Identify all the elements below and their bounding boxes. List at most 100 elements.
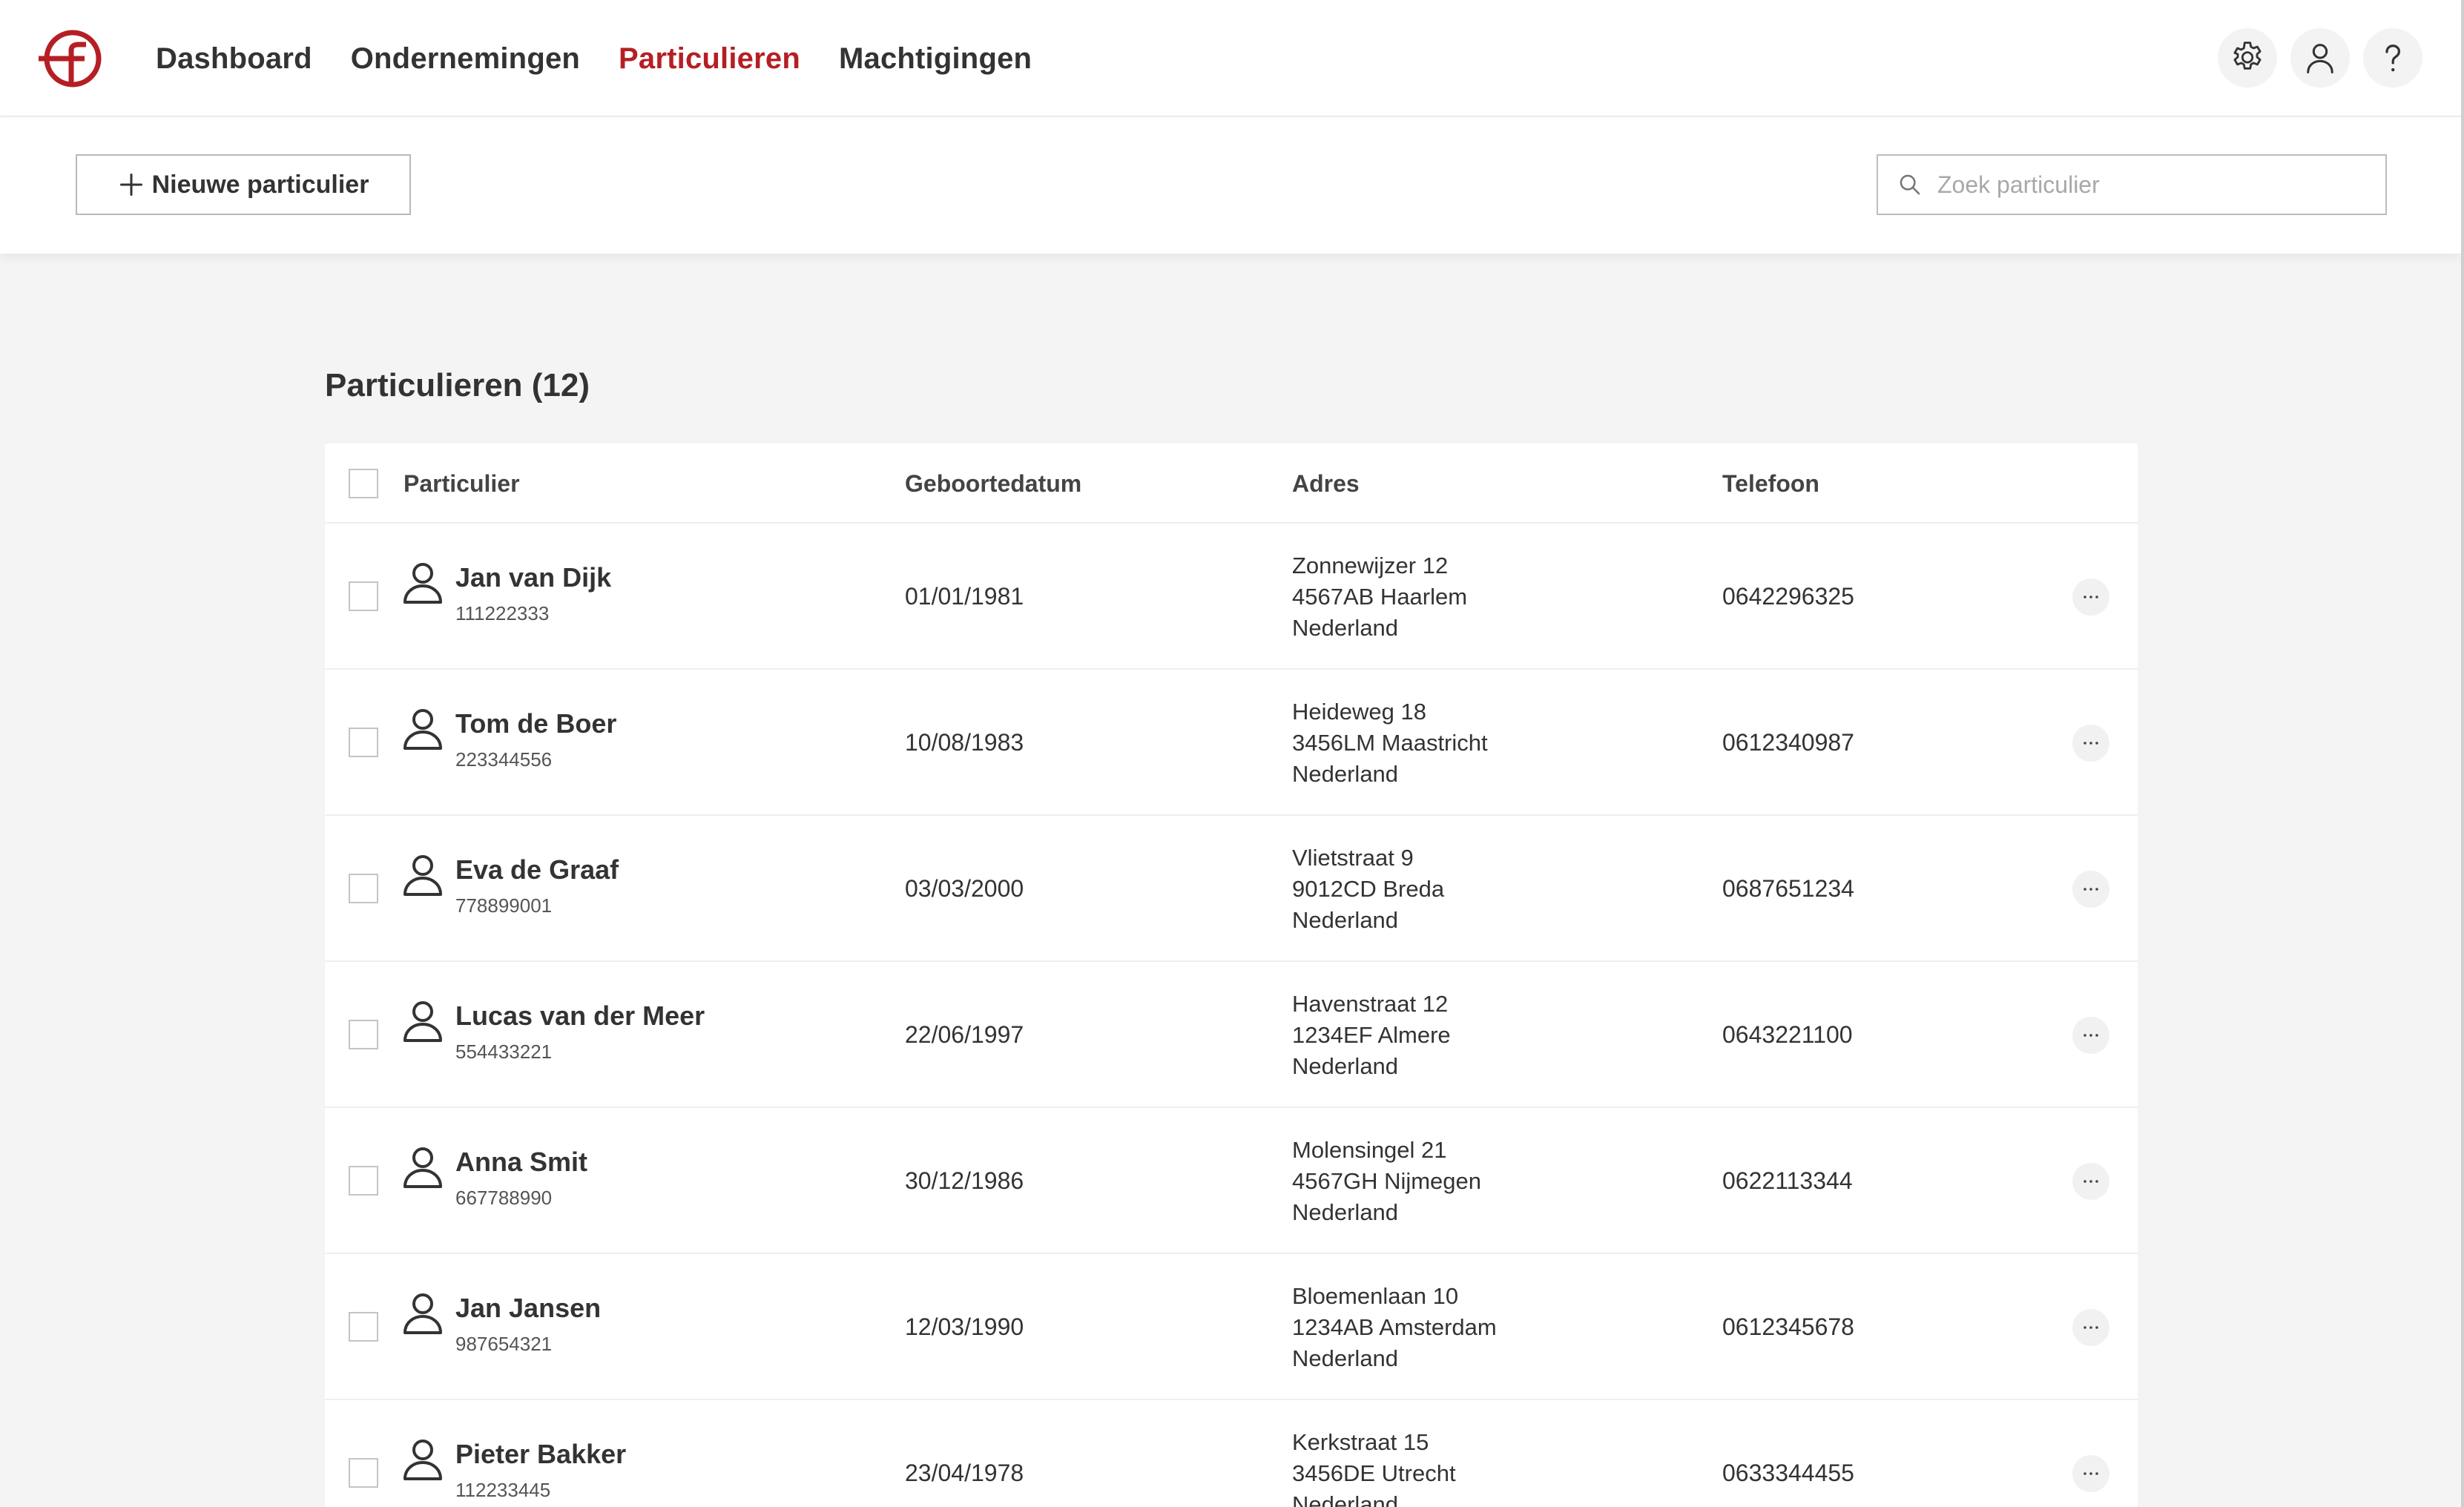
- person-icon: [403, 1001, 442, 1042]
- particulier-name[interactable]: Tom de Boer: [455, 708, 616, 739]
- column-header-telefoon[interactable]: Telefoon: [1722, 443, 1819, 524]
- more-horizontal-icon: [2083, 742, 2098, 745]
- particulier-name[interactable]: Lucas van der Meer: [455, 1000, 705, 1032]
- row-checkbox[interactable]: [349, 1458, 378, 1488]
- row-checkbox[interactable]: [349, 581, 378, 611]
- particulier-bsn: 667788990: [455, 1187, 553, 1209]
- particulieren-table: Particulier Geboortedatum Adres Telefoon…: [325, 443, 2138, 1507]
- particulier-phone: 0622113344: [1722, 1167, 1853, 1194]
- plus-icon: [119, 174, 142, 196]
- table-row[interactable]: Jan Jansen 987654321 12/03/1990 Bloemenl…: [325, 1254, 2138, 1400]
- address-postal-city: 1234AB Amsterdam: [1292, 1314, 1497, 1340]
- particulier-name[interactable]: Pieter Bakker: [455, 1439, 626, 1470]
- nav-item-dashboard[interactable]: Dashboard: [156, 42, 312, 76]
- address-postal-city: 3456LM Maastricht: [1292, 730, 1488, 756]
- address-street: Bloemenlaan 10: [1292, 1283, 1459, 1309]
- row-actions-button[interactable]: [2072, 871, 2109, 908]
- more-horizontal-icon: [2083, 1472, 2098, 1475]
- particulier-address: Kerkstraat 15 3456DE Utrecht Nederland: [1292, 1427, 1456, 1507]
- main-content: Particulieren (12) Particulier Geboorted…: [325, 356, 2138, 1507]
- gear-icon: [2233, 42, 2262, 70]
- particulier-name[interactable]: Jan Jansen: [455, 1293, 601, 1324]
- particulier-address: Havenstraat 12 1234EF Almere Nederland: [1292, 989, 1451, 1082]
- address-country: Nederland: [1292, 1199, 1399, 1225]
- app-page: Dashboard Ondernemingen Particulieren Ma…: [0, 0, 2464, 1507]
- column-header-adres[interactable]: Adres: [1292, 443, 1360, 524]
- particulier-birthdate: 01/01/1981: [905, 583, 1024, 610]
- particulier-address: Heideweg 18 3456LM Maastricht Nederland: [1292, 696, 1488, 790]
- brand-logo-icon[interactable]: [37, 27, 105, 90]
- row-checkbox[interactable]: [349, 1312, 378, 1342]
- row-checkbox[interactable]: [349, 728, 378, 757]
- table-row[interactable]: Lucas van der Meer 554433221 22/06/1997 …: [325, 962, 2138, 1108]
- person-icon: [403, 855, 442, 896]
- particulier-phone: 0643221100: [1722, 1021, 1853, 1048]
- nav-item-machtigingen[interactable]: Machtigingen: [839, 42, 1032, 76]
- particulier-name[interactable]: Anna Smit: [455, 1147, 587, 1178]
- table-row[interactable]: Jan van Dijk 111222333 01/01/1981 Zonnew…: [325, 524, 2138, 670]
- new-particulier-button[interactable]: Nieuwe particulier: [76, 154, 411, 215]
- row-actions-button[interactable]: [2072, 725, 2109, 762]
- row-actions-button[interactable]: [2072, 578, 2109, 616]
- address-country: Nederland: [1292, 761, 1399, 787]
- table-row[interactable]: Anna Smit 667788990 30/12/1986 Molensing…: [325, 1108, 2138, 1254]
- table-body: Jan van Dijk 111222333 01/01/1981 Zonnew…: [325, 524, 2138, 1507]
- column-header-particulier[interactable]: Particulier: [403, 443, 520, 524]
- person-icon: [403, 1293, 442, 1334]
- search-input[interactable]: [1937, 159, 2382, 211]
- table-row[interactable]: Eva de Graaf 778899001 03/03/2000 Vliets…: [325, 816, 2138, 962]
- address-street: Vlietstraat 9: [1292, 845, 1414, 871]
- address-street: Molensingel 21: [1292, 1137, 1447, 1163]
- particulier-birthdate: 23/04/1978: [905, 1460, 1024, 1486]
- more-horizontal-icon: [2083, 1034, 2098, 1037]
- page-title: Particulieren (12): [325, 367, 590, 403]
- particulier-bsn: 223344556: [455, 748, 553, 771]
- table-row[interactable]: Pieter Bakker 112233445 23/04/1978 Kerks…: [325, 1400, 2138, 1507]
- particulier-phone: 0633344455: [1722, 1460, 1854, 1486]
- new-particulier-label: Nieuwe particulier: [151, 170, 369, 199]
- particulier-address: Vlietstraat 9 9012CD Breda Nederland: [1292, 842, 1444, 936]
- address-street: Kerkstraat 15: [1292, 1429, 1429, 1455]
- particulier-bsn: 112233445: [455, 1479, 551, 1501]
- row-actions-button[interactable]: [2072, 1455, 2109, 1492]
- more-horizontal-icon: [2083, 888, 2098, 891]
- top-navigation: Dashboard Ondernemingen Particulieren Ma…: [0, 0, 2461, 117]
- person-icon: [403, 709, 442, 750]
- row-checkbox[interactable]: [349, 1020, 378, 1049]
- nav-item-particulieren[interactable]: Particulieren: [619, 42, 800, 76]
- address-postal-city: 3456DE Utrecht: [1292, 1460, 1456, 1486]
- search-icon: [1900, 174, 1920, 195]
- table-row[interactable]: Tom de Boer 223344556 10/08/1983 Heidewe…: [325, 670, 2138, 816]
- particulier-address: Molensingel 21 4567GH Nijmegen Nederland: [1292, 1135, 1481, 1228]
- page-scrollbar[interactable]: [2461, 0, 2464, 1507]
- search-box: [1877, 154, 2387, 215]
- more-horizontal-icon: [2083, 1180, 2098, 1183]
- particulier-address: Zonnewijzer 12 4567AB Haarlem Nederland: [1292, 550, 1467, 644]
- address-postal-city: 1234EF Almere: [1292, 1022, 1451, 1048]
- particulier-address: Bloemenlaan 10 1234AB Amsterdam Nederlan…: [1292, 1281, 1497, 1374]
- column-header-geboortedatum[interactable]: Geboortedatum: [905, 443, 1081, 524]
- row-checkbox[interactable]: [349, 874, 378, 903]
- table-header: Particulier Geboortedatum Adres Telefoon: [325, 443, 2138, 524]
- row-actions-button[interactable]: [2072, 1017, 2109, 1054]
- help-button[interactable]: [2363, 28, 2422, 88]
- particulier-name[interactable]: Eva de Graaf: [455, 854, 619, 886]
- header-actions: [2218, 28, 2422, 88]
- address-street: Heideweg 18: [1292, 699, 1426, 725]
- particulier-bsn: 987654321: [455, 1333, 553, 1355]
- nav-item-ondernemingen[interactable]: Ondernemingen: [351, 42, 580, 76]
- more-horizontal-icon: [2083, 596, 2098, 598]
- profile-button[interactable]: [2290, 28, 2350, 88]
- help-icon: [2385, 44, 2401, 72]
- settings-button[interactable]: [2218, 28, 2277, 88]
- particulier-bsn: 778899001: [455, 894, 553, 917]
- select-all-checkbox[interactable]: [349, 469, 378, 498]
- address-country: Nederland: [1292, 1053, 1399, 1079]
- user-icon: [2307, 44, 2333, 74]
- row-actions-button[interactable]: [2072, 1163, 2109, 1200]
- address-postal-city: 9012CD Breda: [1292, 876, 1445, 902]
- row-checkbox[interactable]: [349, 1166, 378, 1196]
- row-actions-button[interactable]: [2072, 1309, 2109, 1346]
- particulier-birthdate: 10/08/1983: [905, 729, 1024, 756]
- particulier-name[interactable]: Jan van Dijk: [455, 562, 611, 593]
